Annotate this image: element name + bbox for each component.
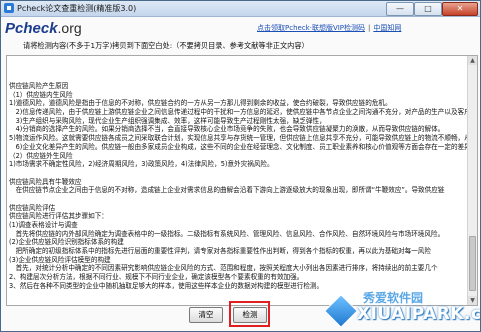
pcheck-logo: Pcheck.org <box>5 20 82 37</box>
app-window: Pcheck论文查重检测(精准版3.0) — □ ✕ Pcheck.org 点击… <box>0 0 481 332</box>
document-line: 1)市场需求不确定性风险，2)经济周期风险，3)政策风险，4)法律风险，5)意外… <box>9 160 274 169</box>
watermark: 秀爱软件园 XIUAIPARK.com <box>324 289 481 331</box>
document-line: (3)企业供应链风险评估模型的构建 <box>9 255 111 264</box>
document-line: 首先将供应链的内外部风险确定为调查表格中的一级指标。二级指标有系统风险、管理风险… <box>9 229 445 238</box>
minimize-button[interactable]: — <box>386 2 414 16</box>
document-line: 1)道德风险，道德风险是指由于信息的不对称，供应链合约的一方从另一方那儿得到剩余… <box>9 99 392 108</box>
maximize-button[interactable]: □ <box>414 2 442 16</box>
document-line: （2）供应链外生风险 <box>9 151 73 160</box>
vip-code-link[interactable]: 点击领取Pcheck·联想版VIP检测码 <box>257 24 365 32</box>
document-line: 5)物流运作风险。这就需要供应链各成员之间采取联合计划，实现信息共享与存货统一管… <box>9 134 467 143</box>
content-textarea[interactable]: 供应链风险产生原因 （1）供应链内生风险 1)道德风险，道德风险是指由于信息的不对称… <box>6 55 478 306</box>
document-line: (1)调查表格设计与调查 <box>9 221 78 229</box>
detect-highlight-box <box>229 301 270 327</box>
watermark-logo-icon <box>324 294 358 328</box>
document-line: 首先，对统计分析中确定的不同因素研究影响供应链企业风险的方式、范围和程度，按照关… <box>9 264 438 273</box>
window-title: Pcheck论文查重检测(精准版3.0) <box>17 4 137 13</box>
document-line: (2)企业供应链风险识别指标体系的构建 <box>9 238 124 247</box>
cnki-link[interactable]: 中国知网 <box>373 24 401 32</box>
scroll-up-icon[interactable]: ▲ <box>468 56 477 65</box>
instruction-text: 请将检测内容(不多于1万字)拷贝到下面空白处:（不要拷贝目录、参考文献等非正文内… <box>23 41 309 50</box>
watermark-bottom-text: XIUAIPARK.com <box>357 304 481 324</box>
document-line: 供应链风险具有牛鞭效应 <box>9 177 82 186</box>
vertical-scrollbar[interactable]: ▲ ▼ <box>467 56 477 305</box>
document-text: 供应链风险产生原因 （1）供应链内生风险 1)道德风险，道德风险是指由于信息的不对称… <box>9 82 467 291</box>
main-panel: Pcheck.org 点击领取Pcheck·联想版VIP检测码 | 中国知网 请将检… <box>1 17 480 331</box>
document-line: 供应链风险产生原因 <box>9 82 69 90</box>
document-line: 把所确定的初级指标体系中的指标先进行层面的重要性评判，请专家对各指标重要性作出判… <box>9 247 431 256</box>
app-icon <box>4 3 14 13</box>
document-line: 6)企业文化差异产生的风险。供应链一般由多家成员企业构成，这些不同的企业在经营理… <box>9 142 467 151</box>
document-line: 供应链风险进行评估其步骤如下： <box>9 212 108 221</box>
scroll-thumb[interactable] <box>469 236 476 291</box>
close-button[interactable]: ✕ <box>442 2 478 16</box>
document-line: （1）供应链内生风险 <box>9 90 73 99</box>
document-line: 2、构建层次分析方法，根据不同行业、规模下不同行业企业，确定该模型各个要素权重的… <box>9 273 304 282</box>
title-bar[interactable]: Pcheck论文查重检测(精准版3.0) — □ ✕ <box>1 1 480 17</box>
clear-button[interactable]: 清空 <box>189 307 223 323</box>
document-line: 在供应链节点企业之间由于信息的不对称，造成链上企业对需求信息的曲解会沿着下游向上… <box>9 186 445 195</box>
document-line: 3)生产组织与采购风险，现代企业生产组织强调集成、效率，这样可能导致生产过程刚性… <box>9 116 326 125</box>
top-links: 点击领取Pcheck·联想版VIP检测码 | 中国知网 <box>257 24 402 32</box>
document-line: 供应链风险评估 <box>9 203 56 212</box>
document-line: 4)分销商的选择产生的风险。如果分销商选择不当，会直接导致核心企业市场竞争的失败… <box>9 125 445 134</box>
document-line: 2)信息传递风险，由于供应链上游供应链企业之间信息传递过程中的干扰和一方信息的延… <box>9 108 467 117</box>
